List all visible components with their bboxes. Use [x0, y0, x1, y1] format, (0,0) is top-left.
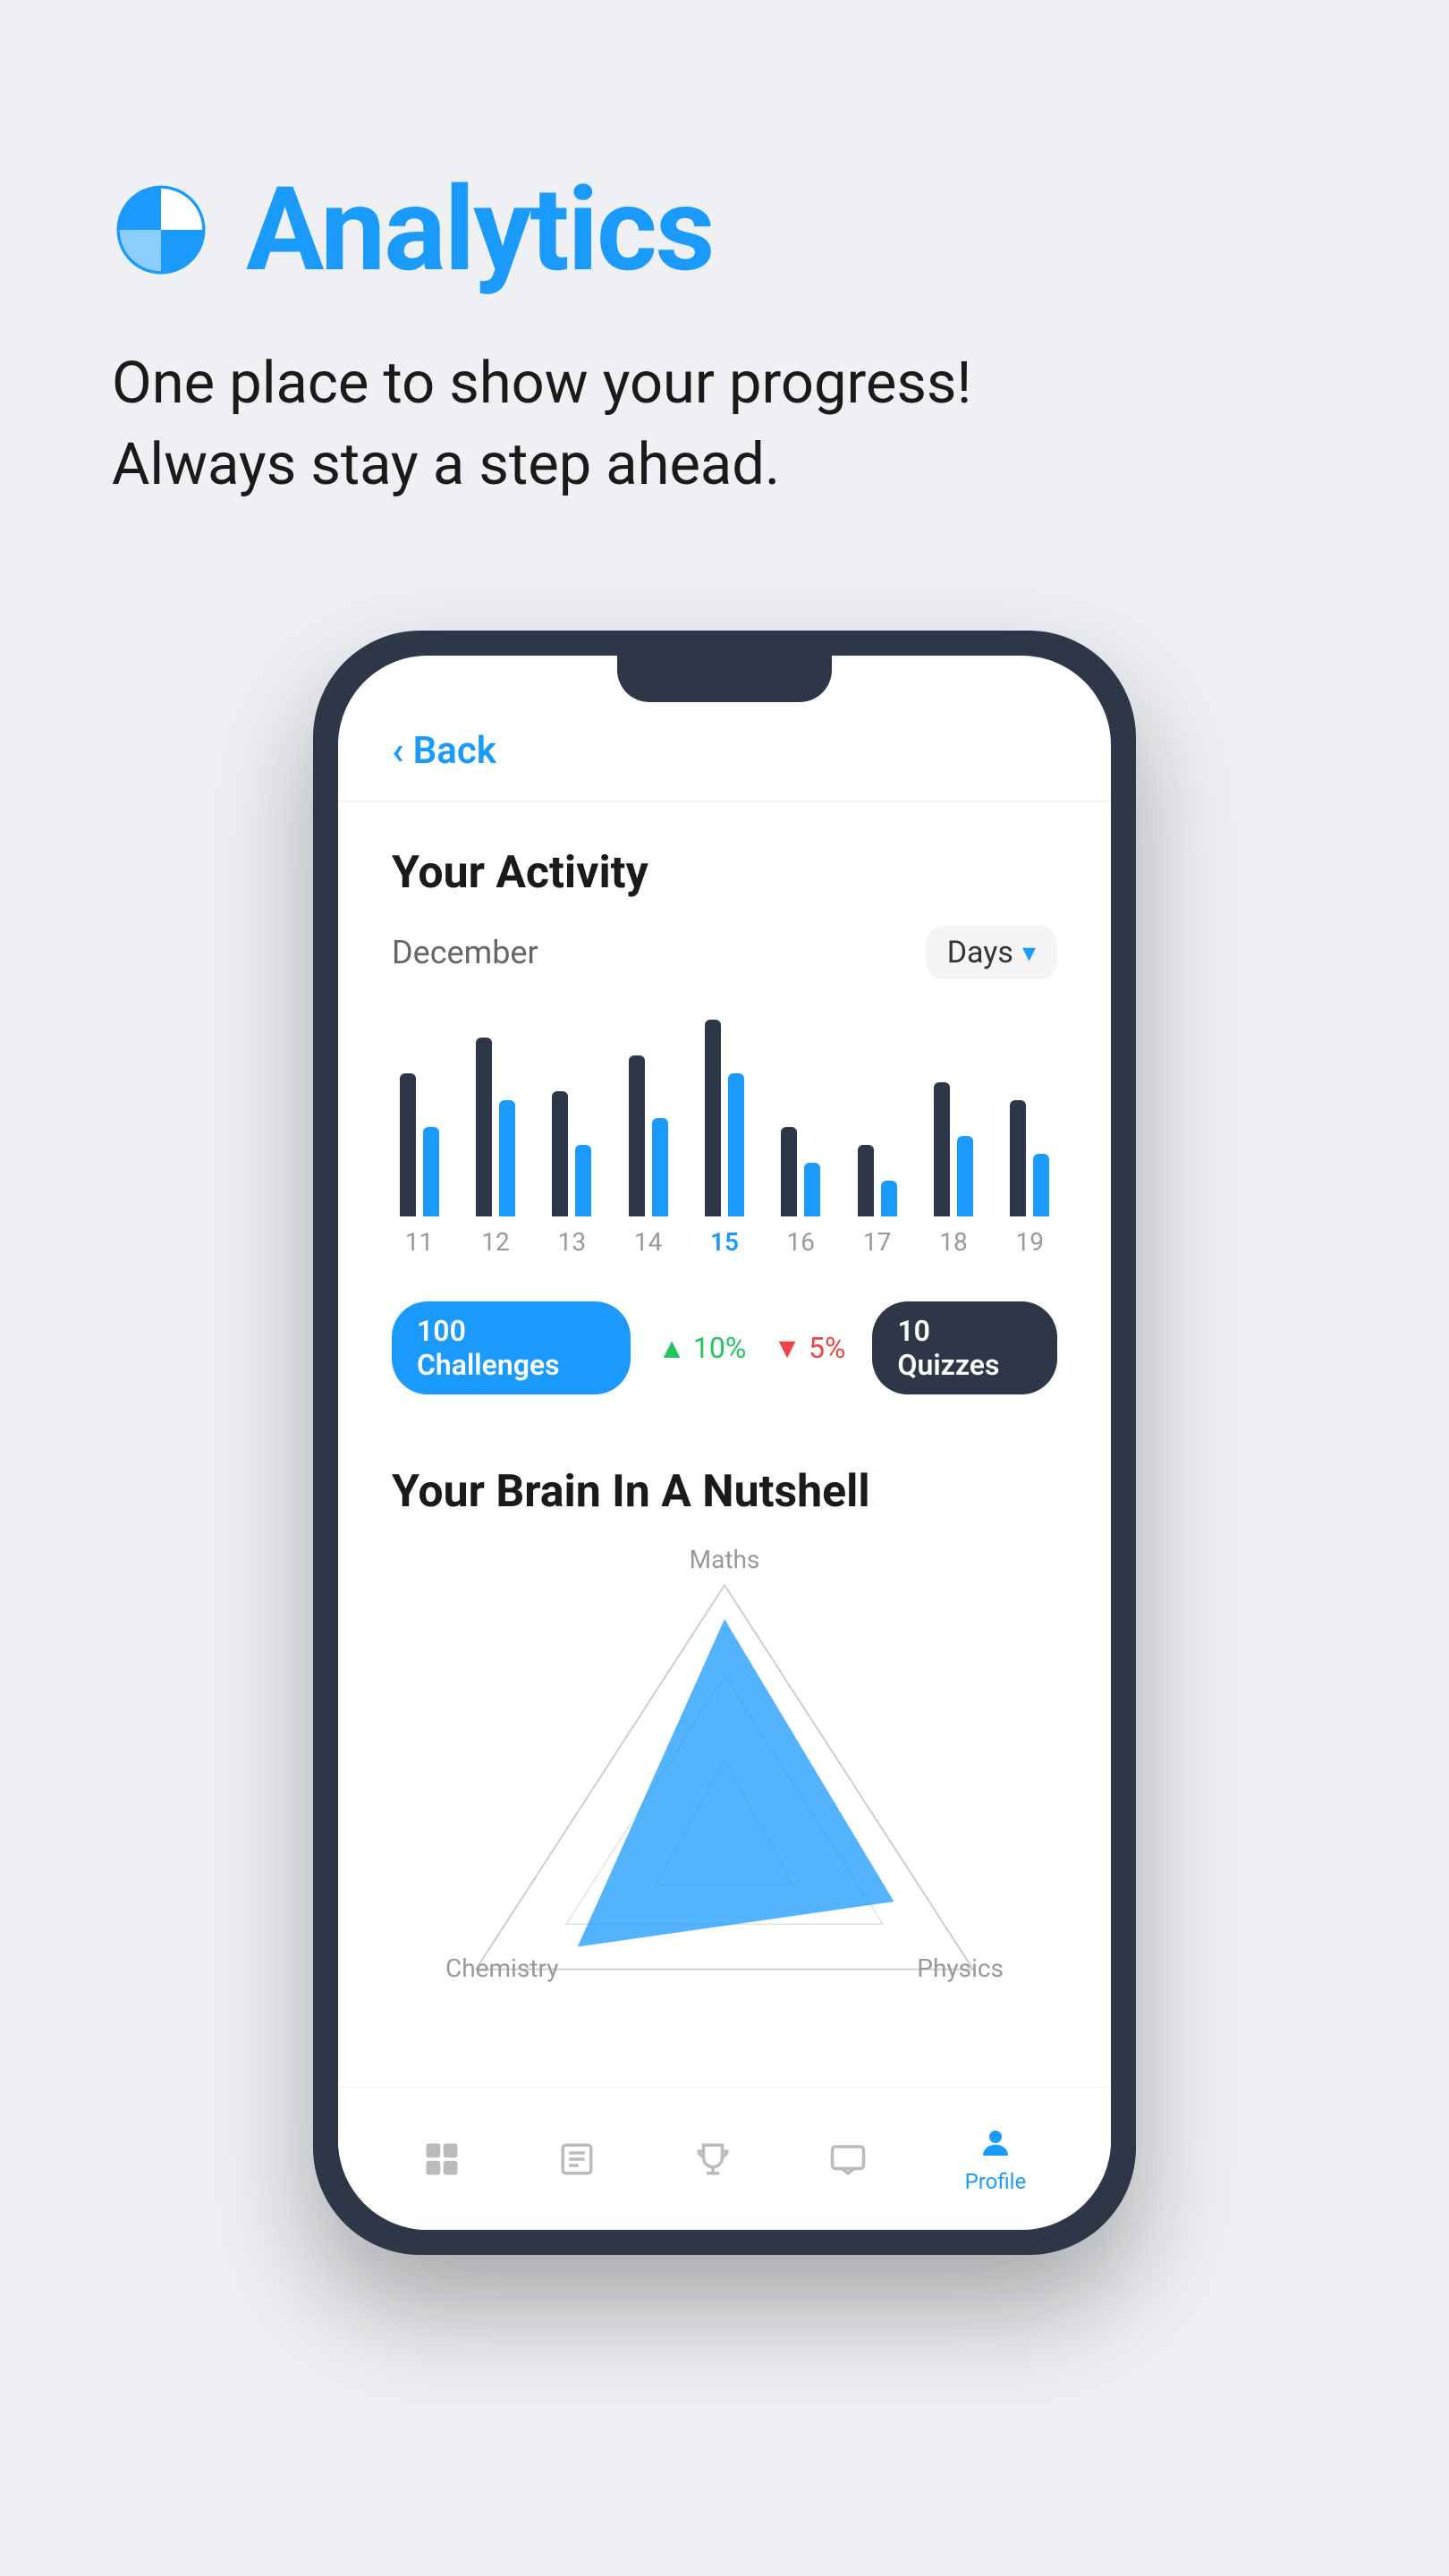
trophy-icon: [694, 2140, 732, 2178]
period-label: Days: [947, 935, 1013, 970]
nav-item-home[interactable]: [423, 2140, 461, 2178]
triangle-labels: Maths Chemistry Physics: [392, 1545, 1057, 2010]
bar-dark-18: [934, 1082, 950, 1216]
period-selector[interactable]: Days ▾: [926, 926, 1057, 979]
profile-icon: [977, 2124, 1014, 2162]
bar-blue-12: [499, 1100, 515, 1216]
bar-blue-18: [957, 1136, 973, 1216]
bar-group-19: 19: [1003, 1020, 1057, 1257]
bar-blue-16: [804, 1163, 820, 1216]
nav-item-courses[interactable]: [558, 2140, 596, 2178]
phone-screen: ‹ Back Your Activity December Days ▾: [338, 656, 1111, 2230]
chevron-down-icon: ▾: [1022, 937, 1036, 969]
bar-group-17: 17: [850, 1020, 904, 1257]
label-physics: Physics: [917, 1953, 1004, 1983]
bar-group-16: 16: [774, 1020, 828, 1257]
stats-row: 100 Challenges ▲ 10% ▼ 5% 10 Quizzes: [392, 1284, 1057, 1430]
nav-item-achievements[interactable]: [694, 2140, 732, 2178]
phone-outer: ‹ Back Your Activity December Days ▾: [313, 631, 1136, 2255]
bar-label-12: 12: [481, 1227, 509, 1257]
challenges-badge: 100 Challenges: [392, 1301, 631, 1394]
bar-label-19: 19: [1016, 1227, 1044, 1257]
bar-dark-16: [781, 1127, 797, 1216]
bar-group-14: 14: [621, 1020, 675, 1257]
bar-blue-13: [575, 1145, 591, 1216]
bar-label-16: 16: [787, 1227, 815, 1257]
bar-label-11: 11: [405, 1227, 433, 1257]
triangle-chart: Maths Chemistry Physics: [392, 1545, 1057, 2010]
bar-dark-14: [629, 1055, 645, 1216]
percent-down-stat: ▼ 5%: [773, 1331, 845, 1365]
header-section: Analytics One place to show your progres…: [0, 0, 1449, 559]
title-row: Analytics: [112, 161, 1337, 298]
bar-blue-14: [652, 1118, 668, 1216]
bar-dark-19: [1010, 1100, 1026, 1216]
bar-group-13: 13: [545, 1020, 599, 1257]
bar-blue-11: [423, 1127, 439, 1216]
quizzes-badge: 10 Quizzes: [872, 1301, 1057, 1394]
page-title: Analytics: [246, 161, 713, 298]
bar-dark-11: [400, 1073, 416, 1216]
nav-item-profile[interactable]: Profile: [965, 2124, 1027, 2194]
bar-dark-17: [858, 1145, 874, 1216]
arrow-down-icon: ▼: [773, 1331, 801, 1365]
bar-blue-17: [881, 1181, 897, 1216]
bar-label-17: 17: [863, 1227, 891, 1257]
activity-title: Your Activity: [392, 847, 1057, 899]
messages-icon: [829, 2140, 867, 2178]
back-label: Back: [413, 729, 496, 773]
subtitle-text: One place to show your progress! Always …: [112, 343, 1337, 505]
bar-label-15: 15: [710, 1227, 739, 1257]
label-maths: Maths: [690, 1545, 760, 1574]
back-chevron-icon: ‹: [392, 727, 404, 774]
phone-wrapper: ‹ Back Your Activity December Days ▾: [0, 631, 1449, 2255]
bar-group-12: 12: [468, 1020, 522, 1257]
bar-chart: 11 12: [392, 1015, 1057, 1266]
bar-group-11: 11: [392, 1020, 446, 1257]
bar-label-14: 14: [634, 1227, 662, 1257]
bar-group-18: 18: [926, 1020, 980, 1257]
profile-nav-label: Profile: [965, 2169, 1027, 2194]
percent-up-stat: ▲ 10%: [657, 1331, 746, 1365]
bar-blue-15: [728, 1073, 744, 1216]
bar-blue-19: [1033, 1154, 1049, 1216]
activity-header: December Days ▾: [392, 926, 1057, 979]
bar-label-18: 18: [939, 1227, 967, 1257]
month-label: December: [392, 934, 538, 971]
analytics-icon: [112, 181, 210, 279]
label-chemistry: Chemistry: [445, 1953, 558, 1983]
bar-dark-12: [476, 1038, 492, 1216]
bar-group-15: 15: [697, 1020, 751, 1257]
nav-item-messages[interactable]: [829, 2140, 867, 2178]
bar-dark-15: [705, 1020, 721, 1216]
activity-section: Your Activity December Days ▾: [338, 802, 1111, 1430]
courses-icon: [558, 2140, 596, 2178]
brain-title: Your Brain In A Nutshell: [392, 1466, 1057, 1518]
home-icon: [423, 2140, 461, 2178]
phone-notch: [617, 656, 832, 702]
brain-section: Your Brain In A Nutshell Maths Chemistry…: [338, 1430, 1111, 2028]
bar-label-13: 13: [558, 1227, 586, 1257]
arrow-up-icon: ▲: [657, 1331, 686, 1365]
bar-dark-13: [552, 1091, 568, 1216]
bottom-nav: Profile: [338, 2087, 1111, 2230]
